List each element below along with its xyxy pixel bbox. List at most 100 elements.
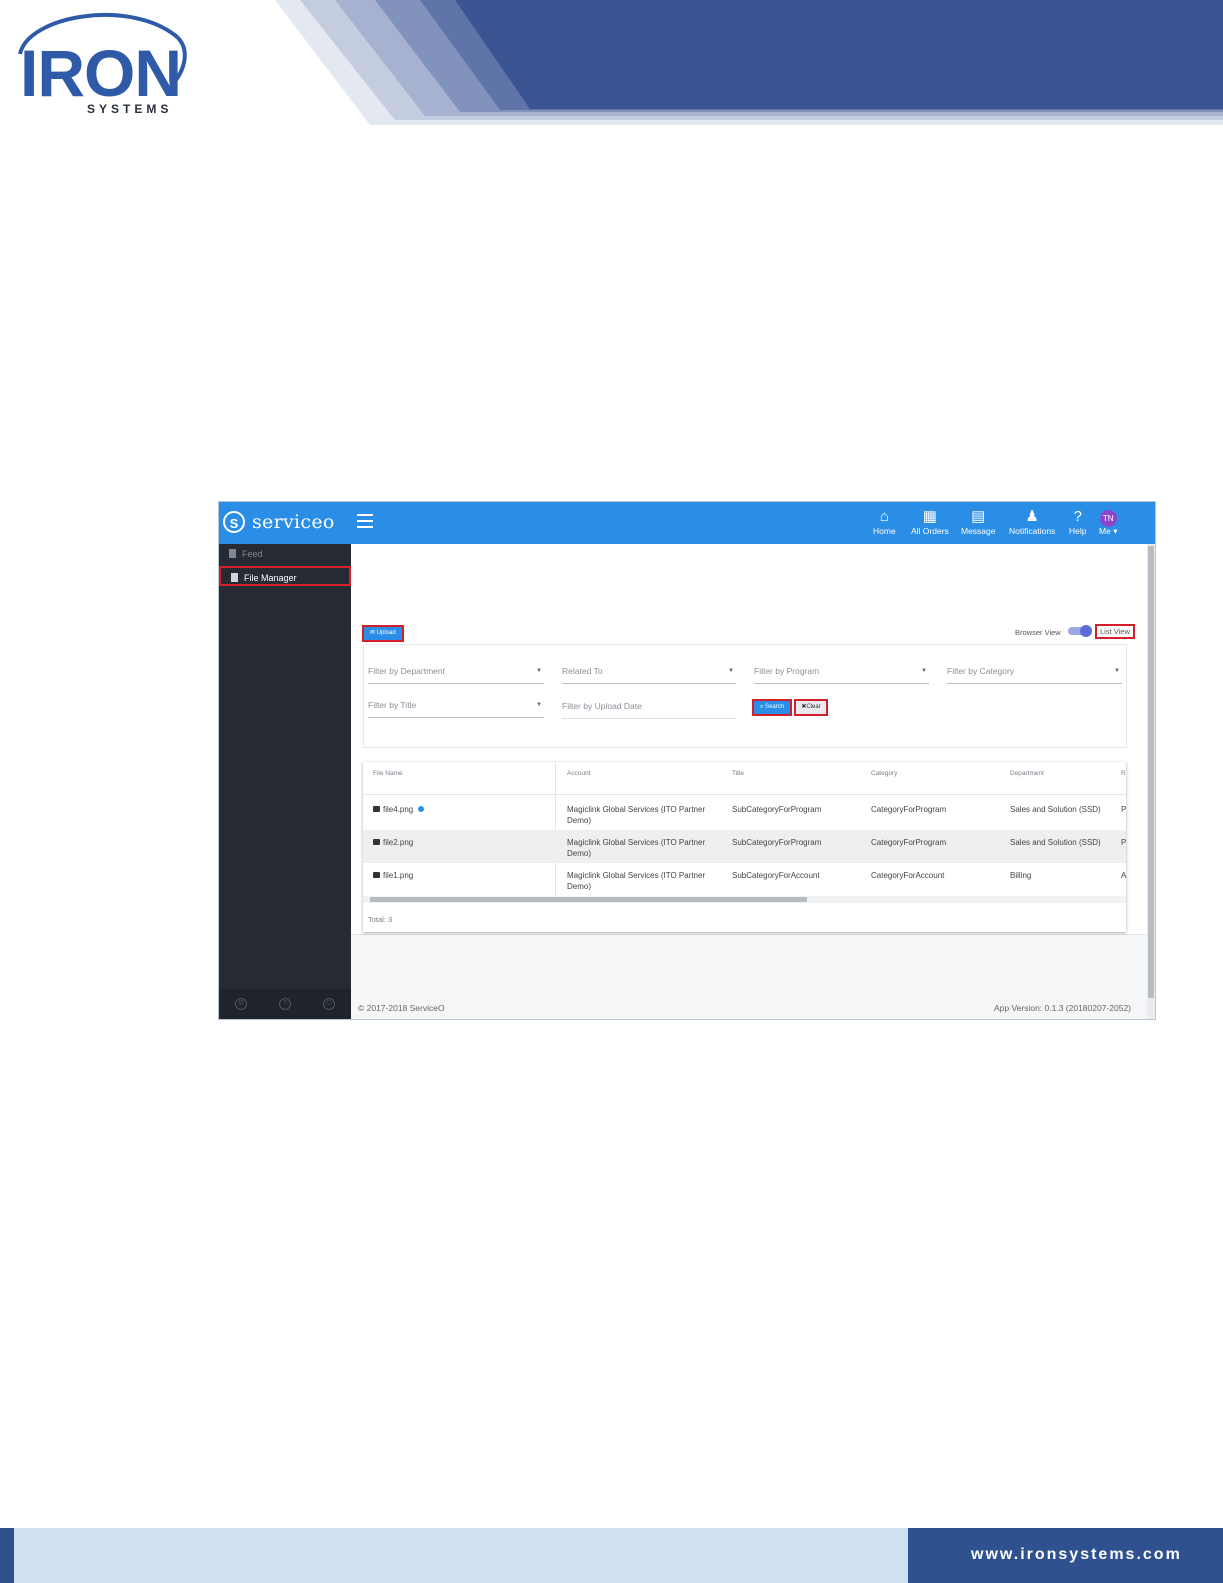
clear-button[interactable]: ✖Clear <box>794 699 828 716</box>
help-circle-icon[interactable]: ? <box>279 998 291 1010</box>
nav-message-label: Message <box>961 526 996 536</box>
filter-title[interactable]: Filter by Title ▼ <box>368 695 544 718</box>
sidebar: Feed File Manager ⚙ ? ⏻ <box>219 544 351 1019</box>
caret-down-icon: ▼ <box>728 668 734 674</box>
account-cell: Magiclink Global Services (ITO Partner D… <box>567 805 706 825</box>
title-cell: SubCategoryForAccount <box>732 871 820 880</box>
sidebar-item-file-manager[interactable]: File Manager <box>219 566 351 586</box>
content-header <box>351 544 1147 580</box>
filter-department[interactable]: Filter by Department ▼ <box>368 661 544 684</box>
file-name-cell[interactable]: file1.png <box>373 870 413 881</box>
app-version: App Version: 0.1.3 (20180207-2052) <box>993 1003 1131 1013</box>
file-name-cell[interactable]: file4.png <box>373 804 425 815</box>
logo-wordmark: IRON <box>20 36 182 110</box>
document-icon <box>231 573 238 582</box>
list-view-label[interactable]: List View <box>1095 624 1135 639</box>
filter-department-text: Filter by Department <box>368 666 445 676</box>
filter-upload-date-text: Filter by Upload Date <box>562 701 642 711</box>
document-footer: www.ironsystems.com <box>0 1528 1223 1583</box>
search-label: Search <box>765 704 785 710</box>
nav-all-orders[interactable]: ▦ All Orders <box>911 508 949 536</box>
search-button[interactable]: ⌕ Search <box>752 699 792 716</box>
title-cell: SubCategoryForProgram <box>732 838 822 847</box>
brand-name: serviceo <box>252 511 335 533</box>
department-cell: Sales and Solution (SSD) <box>1010 805 1101 814</box>
column-header[interactable]: Category <box>871 770 897 777</box>
sidebar-item-feed[interactable]: Feed <box>219 544 351 564</box>
department-cell: Sales and Solution (SSD) <box>1010 838 1101 847</box>
avatar: TN <box>1099 510 1117 527</box>
settings-icon[interactable]: ⚙ <box>235 998 247 1010</box>
caret-down-icon: ▼ <box>1114 668 1120 674</box>
sidebar-footer: ⚙ ? ⏻ <box>219 989 351 1019</box>
camera-icon <box>373 839 380 845</box>
nav-home-label: Home <box>873 526 896 536</box>
browser-view-label: Browser View <box>1015 628 1061 637</box>
website-url[interactable]: www.ironsystems.com <box>971 1546 1182 1564</box>
nav-help-label: Help <box>1069 526 1087 536</box>
menu-icon[interactable] <box>357 514 373 530</box>
upload-label: Upload <box>376 630 396 636</box>
filter-category[interactable]: Filter by Category ▼ <box>947 661 1122 684</box>
total-count: Total: 3 <box>368 915 393 924</box>
table-row[interactable]: file2.png Magiclink Global Services (ITO… <box>363 830 1126 863</box>
nav-home[interactable]: ⌂ Home <box>873 508 896 536</box>
caret-down-icon: ▼ <box>536 702 542 708</box>
title-cell: SubCategoryForProgram <box>732 805 822 814</box>
filter-title-text: Filter by Title <box>368 700 417 710</box>
category-cell: CategoryForAccount <box>871 871 945 880</box>
horizontal-scrollbar[interactable] <box>363 896 1126 903</box>
search-icon: ⌕ <box>759 704 764 710</box>
document-header: IRON SYSTEMS <box>0 0 1223 125</box>
message-icon: ▤ <box>971 508 986 525</box>
app-topbar: S serviceo ⌂ Home ▦ All Orders ▤ Message… <box>219 502 1155 544</box>
filter-upload-date[interactable]: Filter by Upload Date <box>562 696 736 719</box>
account-cell: Magiclink Global Services (ITO Partner D… <box>567 838 706 858</box>
filter-related-to[interactable]: Related To ▼ <box>562 661 736 684</box>
bell-icon: ♟ <box>1025 508 1039 525</box>
account-cell: Magiclink Global Services (ITO Partner D… <box>567 871 706 891</box>
extra-cell: A <box>1121 871 1127 880</box>
filter-related-text: Related To <box>562 666 603 676</box>
filter-category-text: Filter by Category <box>947 666 1015 676</box>
caret-down-icon: ▼ <box>921 668 927 674</box>
table-row[interactable]: file1.png Magiclink Global Services (ITO… <box>363 863 1126 896</box>
document-icon <box>229 549 236 558</box>
caret-down-icon: ▼ <box>536 668 542 674</box>
column-header[interactable]: Account <box>567 770 591 777</box>
column-header[interactable]: Department <box>1010 770 1044 777</box>
table-row[interactable]: file4.png Magiclink Global Services (ITO… <box>363 797 1126 830</box>
power-icon[interactable]: ⏻ <box>323 998 335 1010</box>
column-header[interactable]: Title <box>732 770 744 777</box>
filter-program[interactable]: Filter by Program ▼ <box>754 661 929 684</box>
info-icon[interactable] <box>418 806 425 812</box>
help-icon: ? <box>1073 508 1082 525</box>
column-header[interactable]: File Name <box>373 770 403 777</box>
column-header[interactable]: R <box>1121 770 1126 777</box>
sidebar-item-label: File Manager <box>244 573 297 583</box>
nav-help[interactable]: ? Help <box>1069 508 1086 536</box>
clear-label: Clear <box>806 704 821 710</box>
vertical-scrollbar[interactable] <box>1147 544 1155 1019</box>
iron-systems-logo: IRON SYSTEMS <box>8 6 193 116</box>
nav-me-label: Me <box>1099 526 1111 536</box>
main-content: ✉ Upload Browser View List View Filter b… <box>351 544 1147 1019</box>
category-cell: CategoryForProgram <box>871 805 947 814</box>
sidebar-item-label: Feed <box>242 549 263 559</box>
department-cell: Billing <box>1010 871 1032 880</box>
serviceo-logo-icon: S <box>223 511 245 533</box>
filter-program-text: Filter by Program <box>754 666 820 676</box>
app-screenshot: S serviceo ⌂ Home ▦ All Orders ▤ Message… <box>218 501 1156 1020</box>
file-name-cell[interactable]: file2.png <box>373 837 413 848</box>
upload-button[interactable]: ✉ Upload <box>362 625 404 642</box>
nav-me[interactable]: TN Me ▾ <box>1099 508 1117 537</box>
file-manager-panel: ✉ Upload Browser View List View Filter b… <box>351 579 1147 935</box>
copyright: © 2017-2018 ServiceO <box>358 1003 445 1013</box>
camera-icon <box>373 872 380 878</box>
view-toggle[interactable] <box>1068 625 1092 637</box>
orders-icon: ▦ <box>922 508 937 525</box>
nav-message[interactable]: ▤ Message <box>961 508 996 536</box>
nav-notifications-label: Notifications <box>1009 526 1056 536</box>
nav-notifications[interactable]: ♟ Notifications <box>1009 508 1055 536</box>
files-table: File Name Account Title Category Departm… <box>363 762 1126 932</box>
